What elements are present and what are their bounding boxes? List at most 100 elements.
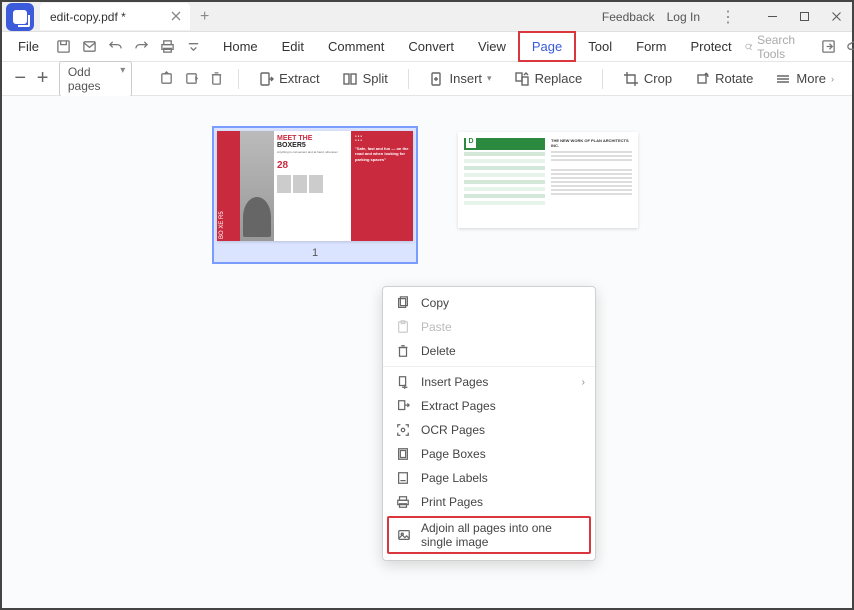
close-window-button[interactable] <box>820 2 852 32</box>
ctx-copy-label: Copy <box>421 296 449 310</box>
insert-icon <box>395 374 411 390</box>
more-button[interactable]: More› <box>769 67 840 91</box>
more-label: More <box>796 71 826 86</box>
menu-protect[interactable]: Protect <box>678 33 743 60</box>
cloud-icon[interactable] <box>845 36 854 58</box>
save-icon[interactable] <box>53 36 75 58</box>
redo-icon[interactable] <box>131 36 153 58</box>
feedback-link[interactable]: Feedback <box>602 10 655 24</box>
page-range-select[interactable]: Odd pages <box>59 61 132 97</box>
menu-view[interactable]: View <box>466 33 518 60</box>
rotate-button[interactable]: Rotate <box>688 67 759 91</box>
app-icon <box>6 3 34 31</box>
ctx-print-pages[interactable]: Print Pages <box>383 490 595 514</box>
menubar: File Home Edit Comment Convert View Page… <box>2 32 852 62</box>
ctx-page-boxes[interactable]: Page Boxes <box>383 442 595 466</box>
separator <box>602 69 603 89</box>
ctx-copy[interactable]: Copy <box>383 291 595 315</box>
menu-page[interactable]: Page <box>518 31 576 62</box>
page-number-1: 1 <box>217 247 413 259</box>
close-tab-icon[interactable] <box>170 10 182 22</box>
ctx-insert-label: Insert Pages <box>421 375 488 389</box>
print-icon[interactable] <box>157 36 179 58</box>
ctx-extract-pages[interactable]: Extract Pages <box>383 394 595 418</box>
context-menu: Copy Paste Delete Insert Pages › Extract… <box>382 286 596 561</box>
ctx-print-label: Print Pages <box>421 495 483 509</box>
maximize-button[interactable] <box>788 2 820 32</box>
thumb1-center: MEET THE BOXER5 Anything is convenient a… <box>274 131 351 241</box>
ctx-delete[interactable]: Delete <box>383 339 595 363</box>
extract-icon <box>395 398 411 414</box>
rotate-left-icon[interactable] <box>159 68 174 90</box>
page-toolbar: − + Odd pages Extract Split Insert▾ Repl… <box>2 62 852 96</box>
paste-icon <box>395 319 411 335</box>
more-menu-icon[interactable]: ⋮ <box>712 7 744 27</box>
thumb2-left <box>464 138 545 222</box>
share-icon[interactable] <box>819 36 836 58</box>
menu-file[interactable]: File <box>10 39 47 54</box>
split-button[interactable]: Split <box>336 67 394 91</box>
replace-button[interactable]: Replace <box>508 67 589 91</box>
thumb1-right-panel: ● ● ●● ● ● "Safe, fast and fun — on the … <box>351 131 413 241</box>
thumb1-side-band: BO XE R5 <box>217 131 240 241</box>
copy-icon <box>395 295 411 311</box>
add-tab-button[interactable]: + <box>200 8 209 26</box>
rotate-label: Rotate <box>715 71 753 86</box>
ctx-pageboxes-label: Page Boxes <box>421 447 486 461</box>
extract-label: Extract <box>279 71 319 86</box>
ctx-ocr-label: OCR Pages <box>421 423 485 437</box>
ctx-adjoin-pages[interactable]: Adjoin all pages into one single image <box>387 516 591 554</box>
separator <box>408 69 409 89</box>
insert-label: Insert <box>450 71 483 86</box>
ctx-extract-label: Extract Pages <box>421 399 496 413</box>
thumb1-photo <box>240 131 274 241</box>
login-link[interactable]: Log In <box>667 10 700 24</box>
menu-convert[interactable]: Convert <box>396 33 466 60</box>
search-tools[interactable]: Search Tools <box>744 33 812 61</box>
titlebar: edit-copy.pdf * + Feedback Log In ⋮ <box>2 2 852 32</box>
search-placeholder: Search Tools <box>757 33 811 61</box>
ctx-paste: Paste <box>383 315 595 339</box>
document-tab[interactable]: edit-copy.pdf * <box>40 3 190 30</box>
delete-icon <box>395 343 411 359</box>
zoom-in-button[interactable]: + <box>36 67 48 90</box>
dropdown-toggle-icon[interactable] <box>183 36 205 58</box>
crop-label: Crop <box>644 71 672 86</box>
crop-button[interactable]: Crop <box>617 67 678 91</box>
separator <box>238 69 239 89</box>
undo-icon[interactable] <box>105 36 127 58</box>
separator <box>383 366 595 367</box>
mail-icon[interactable] <box>79 36 101 58</box>
menu-form[interactable]: Form <box>624 33 678 60</box>
chevron-right-icon: › <box>582 377 585 388</box>
delete-page-icon[interactable] <box>209 68 224 90</box>
page-thumbnail-2[interactable]: THE NEW WORK OF PLAN ARCHITECTS INC. <box>458 132 638 228</box>
page-canvas: BO XE R5 MEET THE BOXER5 Anything is con… <box>2 96 852 608</box>
ctx-insert-pages[interactable]: Insert Pages › <box>383 370 595 394</box>
split-label: Split <box>363 71 388 86</box>
ctx-delete-label: Delete <box>421 344 456 358</box>
ocr-icon <box>395 422 411 438</box>
extract-button[interactable]: Extract <box>252 67 325 91</box>
menu-home[interactable]: Home <box>211 33 270 60</box>
rotate-right-icon[interactable] <box>184 68 199 90</box>
image-icon <box>397 527 411 543</box>
page-range-label: Odd pages <box>68 65 101 93</box>
print-icon <box>395 494 411 510</box>
ctx-pagelabels-label: Page Labels <box>421 471 488 485</box>
pagelabels-icon <box>395 470 411 486</box>
insert-button[interactable]: Insert▾ <box>423 67 498 91</box>
menu-comment[interactable]: Comment <box>316 33 396 60</box>
replace-label: Replace <box>535 71 583 86</box>
ctx-page-labels[interactable]: Page Labels <box>383 466 595 490</box>
ctx-ocr-pages[interactable]: OCR Pages <box>383 418 595 442</box>
ctx-paste-label: Paste <box>421 320 452 334</box>
menu-tool[interactable]: Tool <box>576 33 624 60</box>
tab-title: edit-copy.pdf * <box>50 10 126 24</box>
ctx-adjoin-label: Adjoin all pages into one single image <box>421 521 581 549</box>
minimize-button[interactable] <box>756 2 788 32</box>
pageboxes-icon <box>395 446 411 462</box>
page-thumbnail-1[interactable]: BO XE R5 MEET THE BOXER5 Anything is con… <box>212 126 418 264</box>
zoom-out-button[interactable]: − <box>14 67 26 90</box>
menu-edit[interactable]: Edit <box>270 33 316 60</box>
